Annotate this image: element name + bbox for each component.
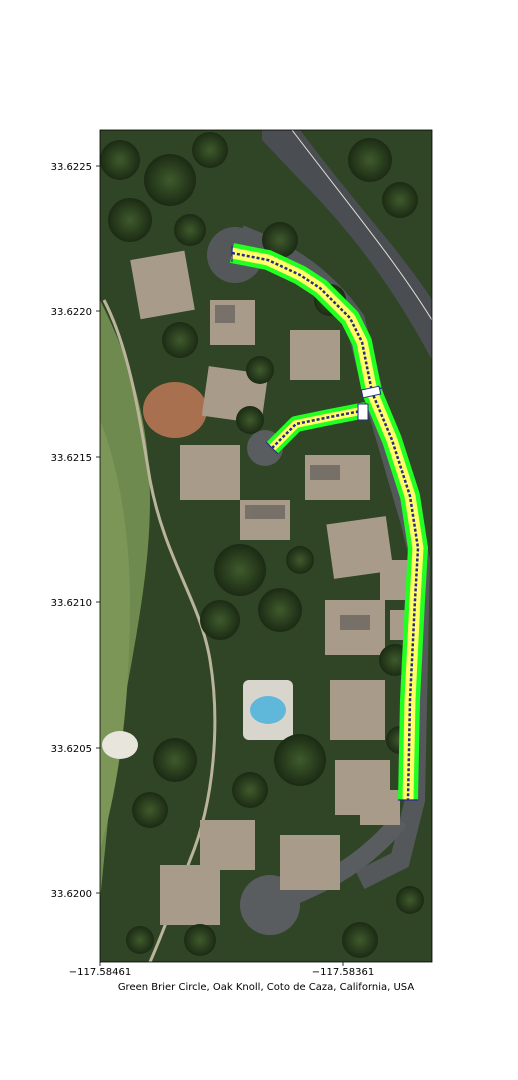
x-tick-label: −117.58461 (69, 967, 131, 978)
y-axis: 33.6225 33.6220 33.6215 33.6210 33.6205 … (51, 162, 100, 900)
x-axis: −117.58461 −117.58361 Green Brier Circle… (69, 962, 415, 993)
y-tick-label: 33.6210 (51, 598, 92, 609)
x-axis-label: Green Brier Circle, Oak Knoll, Coto de C… (118, 982, 415, 993)
junction-box-2 (357, 403, 369, 421)
y-tick-label: 33.6215 (51, 453, 92, 464)
y-tick-label: 33.6200 (51, 889, 92, 900)
y-tick-label: 33.6225 (51, 162, 92, 173)
map-figure: 33.6225 33.6220 33.6215 33.6210 33.6205 … (51, 129, 433, 993)
x-tick-label: −117.58361 (312, 967, 374, 978)
y-tick-label: 33.6205 (51, 744, 92, 755)
y-tick-label: 33.6220 (51, 307, 92, 318)
